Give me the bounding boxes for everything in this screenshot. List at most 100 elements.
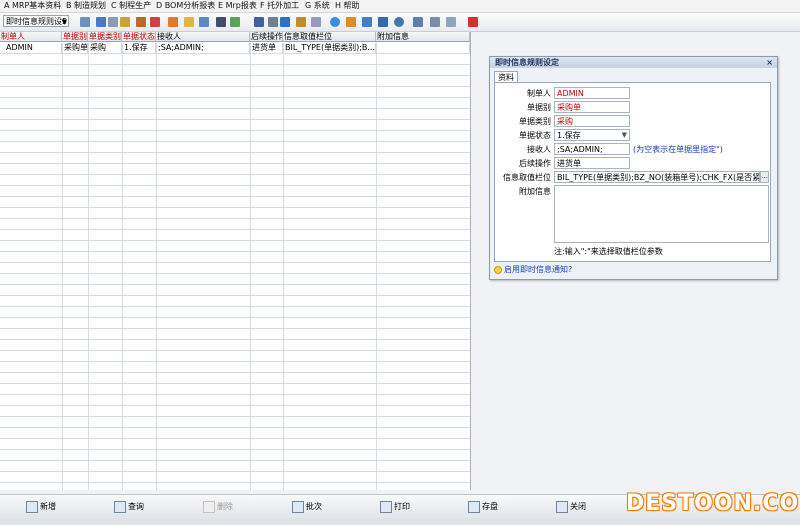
- table-cell[interactable]: 进货单: [250, 43, 283, 53]
- database-icon[interactable]: [199, 17, 209, 27]
- table-cell[interactable]: 采购单: [62, 43, 88, 53]
- tag-icon[interactable]: [150, 17, 160, 27]
- monitor-icon[interactable]: [280, 17, 290, 27]
- grid-line: [0, 174, 470, 175]
- column-header-receiver[interactable]: 接收人: [156, 32, 250, 42]
- table-row[interactable]: ADMIN: [4, 43, 62, 53]
- chevron-down-icon: ▼: [621, 131, 627, 139]
- window-icon[interactable]: [96, 17, 106, 27]
- column-header-status[interactable]: 单据状态: [122, 32, 156, 42]
- receiver-field[interactable]: ;SA;ADMIN;: [554, 143, 630, 155]
- printer-icon: [380, 500, 392, 513]
- open-folder-icon[interactable]: [184, 17, 194, 27]
- lightbulb-icon: [494, 265, 502, 274]
- delete-button[interactable]: 删除: [203, 498, 233, 516]
- grid-line: [0, 229, 470, 230]
- save-button-label: 存盘: [482, 502, 498, 511]
- grid-line: [0, 207, 470, 208]
- printer-icon[interactable]: [254, 17, 264, 27]
- info-icon[interactable]: [330, 17, 340, 27]
- grid-line: [0, 152, 470, 153]
- extra-field[interactable]: [554, 185, 769, 243]
- receiver-label: 接收人: [527, 145, 551, 154]
- table-cell[interactable]: BIL_TYPE(单据类别);B...: [283, 43, 376, 53]
- grid-line: [0, 141, 470, 142]
- folder-icon[interactable]: [120, 17, 130, 27]
- table-cell[interactable]: 采购: [88, 43, 122, 53]
- more-icon[interactable]: …: [760, 171, 769, 183]
- batch-button[interactable]: 批次: [292, 498, 322, 516]
- close-button[interactable]: 关闭: [556, 498, 586, 516]
- grid-line: [0, 295, 470, 296]
- module-select-value: 即时信息规则设5: [6, 17, 68, 26]
- grid-line: [0, 262, 470, 263]
- exit-icon[interactable]: [468, 17, 478, 27]
- save-button[interactable]: 存盘: [468, 498, 498, 516]
- column-header-doctype[interactable]: 单据类别: [88, 32, 122, 42]
- grid-line: [0, 119, 470, 120]
- puzzle-icon[interactable]: [168, 17, 178, 27]
- close-window-icon[interactable]: [430, 17, 440, 27]
- doc-field[interactable]: 采购单: [554, 101, 630, 113]
- users-icon[interactable]: [230, 17, 240, 27]
- table-cell[interactable]: 1.保存: [122, 43, 156, 53]
- enable-notify-text: 启用即时信息通知?: [504, 265, 573, 274]
- menu-mrp-basic[interactable]: A MRP基本资料: [4, 1, 61, 11]
- menu-production[interactable]: C 制程生产: [111, 1, 151, 11]
- table-cell[interactable]: ;SA;ADMIN;: [156, 43, 250, 53]
- copy-icon[interactable]: [311, 17, 321, 27]
- extra-label: 附加信息: [519, 187, 551, 196]
- menu-system[interactable]: G 系统: [305, 1, 330, 11]
- calculator-icon[interactable]: [296, 17, 306, 27]
- batch-icon: [292, 500, 304, 513]
- grid-line: [283, 43, 284, 490]
- followup-field[interactable]: 进货单: [554, 157, 630, 169]
- column-header-extra[interactable]: 附加信息: [376, 32, 470, 42]
- menu-bom-report[interactable]: D BOM分析报表: [156, 1, 215, 11]
- grid-line: [0, 427, 470, 428]
- globe-icon[interactable]: [394, 17, 404, 27]
- query-button[interactable]: 查询: [114, 498, 144, 516]
- print-button-label: 打印: [394, 502, 410, 511]
- grid-line: [0, 471, 470, 472]
- network-icon[interactable]: [362, 17, 372, 27]
- form-icon[interactable]: [413, 17, 423, 27]
- module-select[interactable]: 即时信息规则设5 ▼: [3, 15, 69, 27]
- column-header-creator[interactable]: 制单人: [0, 32, 62, 42]
- enable-notify-link[interactable]: 启用即时信息通知?: [494, 264, 572, 275]
- grid-line: [0, 449, 470, 450]
- grid-line: [0, 75, 470, 76]
- watermark-logo: DESTOON.COM: [626, 491, 800, 516]
- document-icon[interactable]: [108, 17, 118, 27]
- close-icon[interactable]: ×: [766, 57, 773, 68]
- creator-field[interactable]: ADMIN: [554, 87, 630, 99]
- menu-mrp-report[interactable]: E Mrp报表: [218, 1, 257, 11]
- arrow-right-icon[interactable]: [216, 17, 226, 27]
- flag-icon[interactable]: [346, 17, 356, 27]
- print-button[interactable]: 打印: [380, 498, 410, 516]
- menu-help[interactable]: H 帮助: [335, 1, 360, 11]
- table-cell[interactable]: [376, 43, 470, 53]
- fieldpick-field[interactable]: BIL_TYPE(单据类别);BZ_NO(装箱单号);CHK_FX(是否紧急): [554, 171, 760, 183]
- menu-planning[interactable]: B 制造规划: [66, 1, 106, 11]
- grid-line: [0, 328, 470, 329]
- briefcase-icon[interactable]: [136, 17, 146, 27]
- grid-icon[interactable]: [80, 17, 90, 27]
- ruler-icon[interactable]: [268, 17, 278, 27]
- doc-label: 单据别: [527, 103, 551, 112]
- column-header-followup[interactable]: 后续操作: [250, 32, 283, 42]
- menu-outsourcing[interactable]: F 托外加工: [260, 1, 299, 11]
- status-select[interactable]: 1.保存 ▼: [554, 129, 630, 141]
- status-bar: [0, 518, 800, 525]
- mail-icon[interactable]: [446, 17, 456, 27]
- grid-line: [0, 130, 470, 131]
- batch-button-label: 批次: [306, 502, 322, 511]
- column-header-fieldpick[interactable]: 信息取值栏位: [283, 32, 376, 42]
- receiver-hint: (为空表示在单据里指定"): [633, 145, 723, 154]
- grid-line: [0, 97, 470, 98]
- grid-line: [122, 43, 123, 490]
- doctype-field[interactable]: 采购: [554, 115, 630, 127]
- display-icon[interactable]: [378, 17, 388, 27]
- add-button[interactable]: 新增: [26, 498, 56, 516]
- column-header-doc[interactable]: 单据别: [62, 32, 88, 42]
